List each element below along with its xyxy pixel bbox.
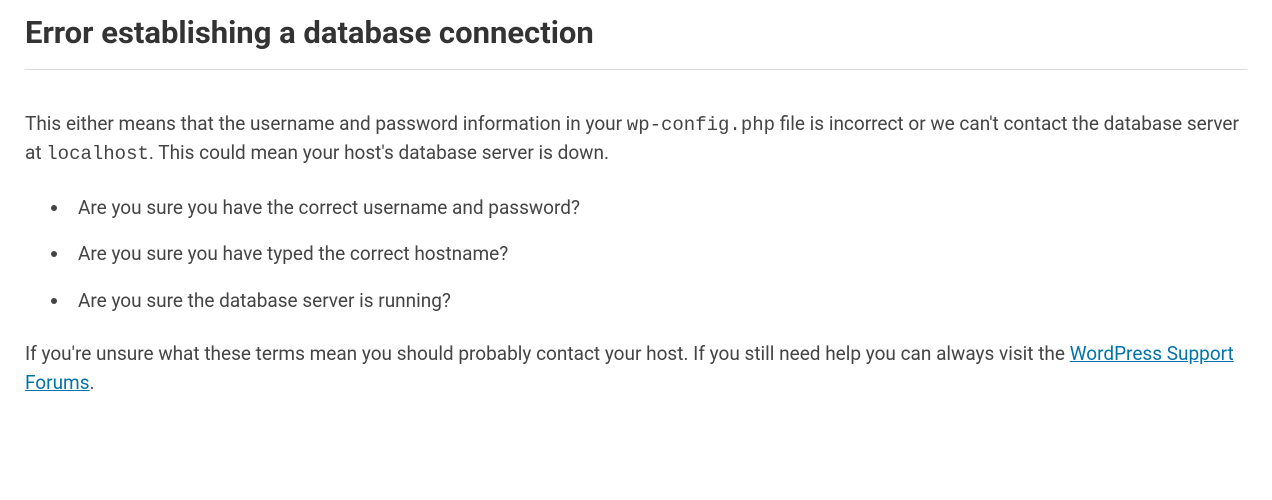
- help-text-1: If you're unsure what these terms mean y…: [25, 342, 1070, 365]
- intro-text-1: This either means that the username and …: [25, 112, 627, 135]
- list-item: Are you sure the database server is runn…: [70, 287, 1247, 316]
- intro-paragraph: This either means that the username and …: [25, 110, 1247, 169]
- help-text-2: .: [90, 371, 95, 394]
- list-item: Are you sure you have the correct userna…: [70, 194, 1247, 223]
- page-title: Error establishing a database connection: [25, 10, 1247, 70]
- checklist: Are you sure you have the correct userna…: [70, 194, 1247, 316]
- help-paragraph: If you're unsure what these terms mean y…: [25, 340, 1247, 397]
- intro-text-3: . This could mean your host's database s…: [149, 141, 609, 164]
- list-item: Are you sure you have typed the correct …: [70, 240, 1247, 269]
- config-file-code: wp-config.php: [627, 114, 775, 136]
- hostname-code: localhost: [46, 143, 149, 165]
